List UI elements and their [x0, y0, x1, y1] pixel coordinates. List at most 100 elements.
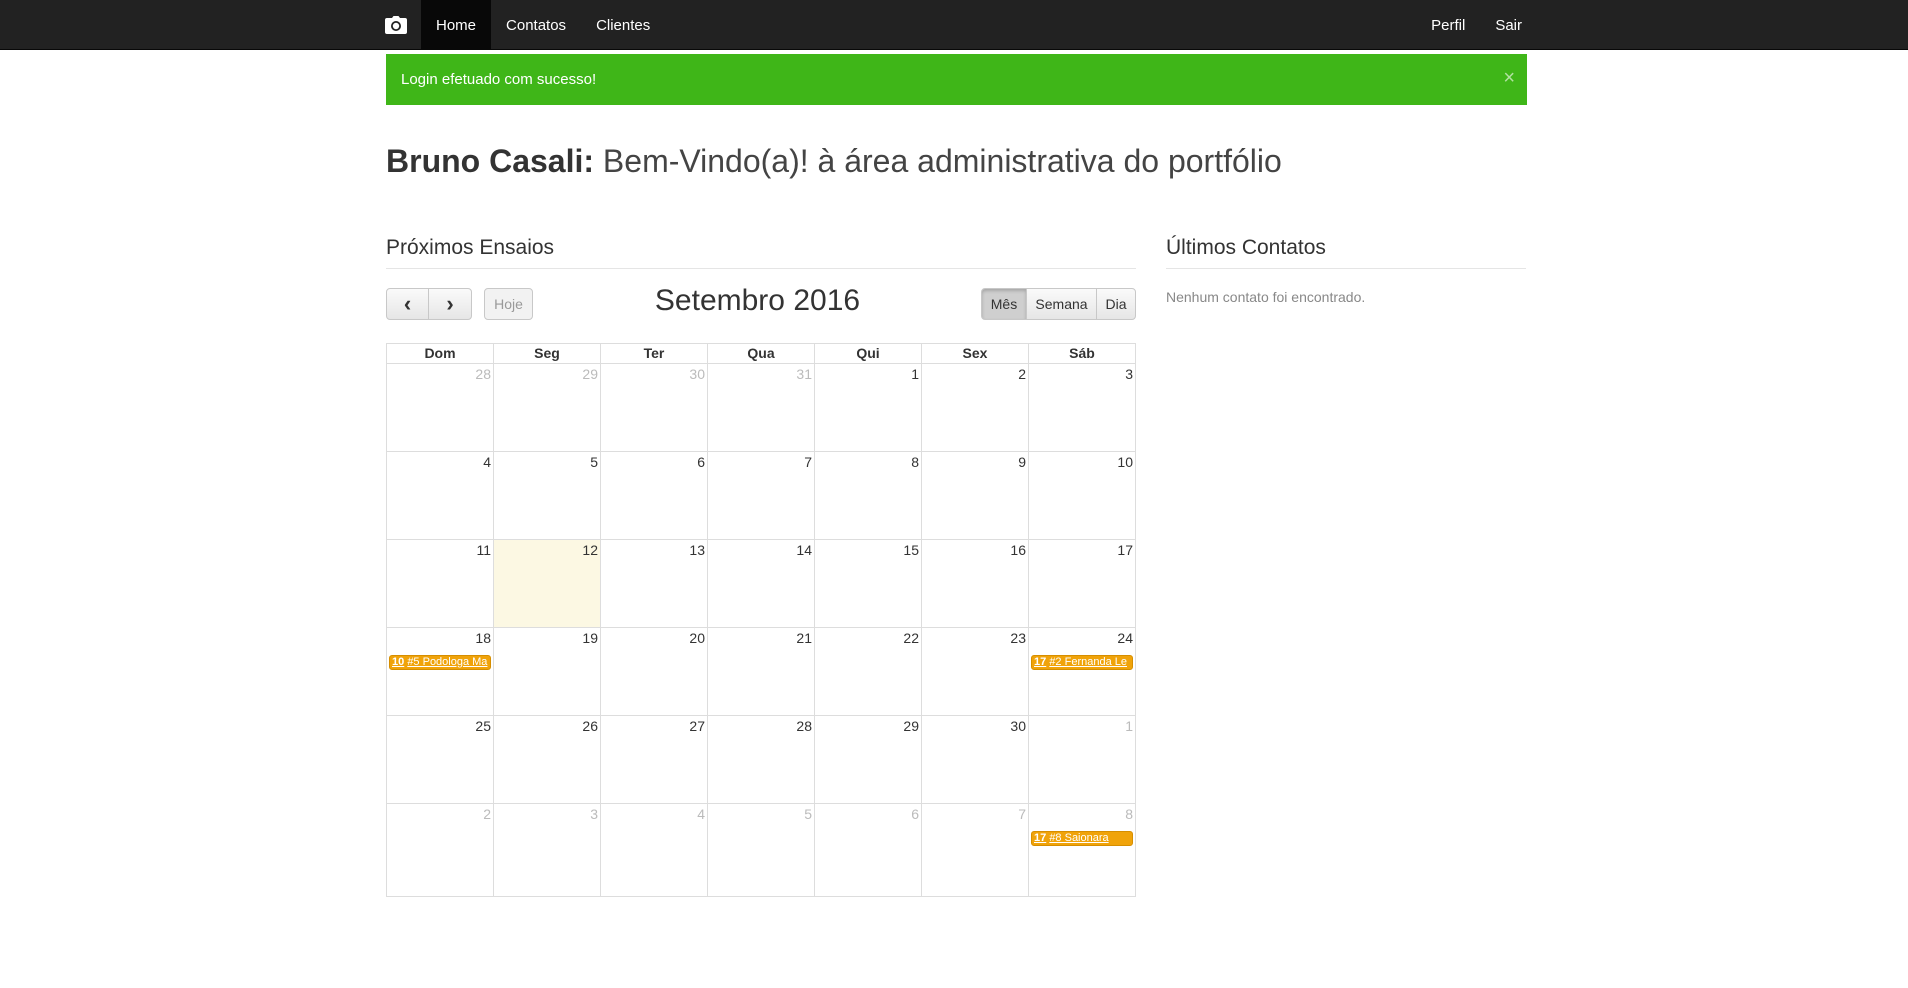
calendar-week: 2 3 4 5 6 7 8 17 #8 Saionara — [387, 804, 1136, 897]
day-number: 14 — [796, 542, 812, 558]
calendar-day[interactable]: 7 — [922, 804, 1029, 897]
calendar-day[interactable]: 5 — [494, 452, 601, 540]
calendar-day[interactable]: 28 — [708, 716, 815, 804]
day-number: 9 — [1018, 454, 1026, 470]
alert-close-button[interactable]: × — [1503, 68, 1515, 88]
calendar-day[interactable]: 28 — [387, 364, 494, 452]
calendar-day[interactable]: 22 — [815, 628, 922, 716]
nav-clientes[interactable]: Clientes — [581, 0, 665, 50]
calendar-day[interactable]: 14 — [708, 540, 815, 628]
calendar-day[interactable]: 23 — [922, 628, 1029, 716]
calendar-day[interactable]: 1 — [815, 364, 922, 452]
calendar-day[interactable]: 11 — [387, 540, 494, 628]
calendar-day[interactable]: 27 — [601, 716, 708, 804]
day-number: 20 — [689, 630, 705, 646]
calendar-day[interactable]: 24 17 #2 Fernanda Le — [1029, 628, 1136, 716]
today-button[interactable]: Hoje — [484, 288, 533, 320]
prev-month-button[interactable]: ‹ — [386, 288, 429, 320]
weekday-label: Seg — [494, 344, 601, 364]
calendar-day[interactable]: 19 — [494, 628, 601, 716]
view-day-button[interactable]: Dia — [1096, 288, 1136, 320]
calendar-day[interactable]: 5 — [708, 804, 815, 897]
calendar-day[interactable]: 13 — [601, 540, 708, 628]
navbar: Home Contatos Clientes Perfil Sair — [0, 0, 1908, 50]
calendar-day[interactable]: 21 — [708, 628, 815, 716]
calendar-day[interactable]: 2 — [922, 364, 1029, 452]
calendar-day[interactable]: 3 — [1029, 364, 1136, 452]
calendar-day[interactable]: 3 — [494, 804, 601, 897]
calendar-day[interactable]: 9 — [922, 452, 1029, 540]
alert-message: Login efetuado com sucesso! — [401, 71, 597, 88]
weekday-label: Sáb — [1029, 344, 1136, 364]
day-number: 8 — [911, 454, 919, 470]
calendar-day[interactable]: 15 — [815, 540, 922, 628]
day-number: 22 — [903, 630, 919, 646]
day-number: 24 — [1117, 630, 1133, 646]
weekday-label: Qua — [708, 344, 815, 364]
calendar-day[interactable]: 4 — [387, 452, 494, 540]
calendar-event[interactable]: 17 #2 Fernanda Le — [1031, 655, 1133, 670]
calendar-event[interactable]: 10 #5 Podologa Ma — [389, 655, 491, 670]
calendar-week: 11 12 13 14 15 16 17 — [387, 540, 1136, 628]
nav-home[interactable]: Home — [421, 0, 492, 50]
calendar-day[interactable]: 20 — [601, 628, 708, 716]
weekday-label: Ter — [601, 344, 708, 364]
calendar-day[interactable]: 8 — [815, 452, 922, 540]
weekday-label: Sex — [922, 344, 1029, 364]
calendar-week: 4 5 6 7 8 9 10 — [387, 452, 1136, 540]
day-number: 31 — [796, 366, 812, 382]
calendar-day[interactable]: 17 — [1029, 540, 1136, 628]
event-title: #2 Fernanda Le — [1049, 656, 1127, 668]
day-number: 26 — [582, 718, 598, 734]
day-number: 5 — [804, 806, 812, 822]
calendar-day[interactable]: 16 — [922, 540, 1029, 628]
day-number: 15 — [903, 542, 919, 558]
calendar-day[interactable]: 7 — [708, 452, 815, 540]
event-time: 10 — [392, 656, 405, 668]
view-month-button[interactable]: Mês — [981, 288, 1027, 320]
view-week-button[interactable]: Semana — [1026, 288, 1097, 320]
day-number: 6 — [911, 806, 919, 822]
day-number: 19 — [582, 630, 598, 646]
calendar-day[interactable]: 29 — [815, 716, 922, 804]
next-month-button[interactable]: › — [428, 288, 472, 320]
calendar-day[interactable]: 31 — [708, 364, 815, 452]
calendar-day[interactable]: 29 — [494, 364, 601, 452]
chevron-right-icon: › — [446, 291, 454, 316]
day-number: 13 — [689, 542, 705, 558]
calendar-day[interactable]: 4 — [601, 804, 708, 897]
day-number: 16 — [1010, 542, 1026, 558]
calendar-day[interactable]: 2 — [387, 804, 494, 897]
nav-sair[interactable]: Sair — [1480, 0, 1537, 50]
calendar-day[interactable]: 25 — [387, 716, 494, 804]
calendar-day[interactable]: 8 17 #8 Saionara — [1029, 804, 1136, 897]
upcoming-sessions-title: Próximos Ensaios — [386, 236, 1136, 269]
nav-perfil[interactable]: Perfil — [1416, 0, 1480, 50]
day-number: 1 — [1125, 718, 1133, 734]
calendar-day-today[interactable]: 12 — [494, 540, 601, 628]
navbar-inner: Home Contatos Clientes Perfil Sair — [371, 0, 1537, 50]
day-number: 30 — [1010, 718, 1026, 734]
day-number: 2 — [483, 806, 491, 822]
nav-contatos[interactable]: Contatos — [491, 0, 581, 50]
day-number: 28 — [796, 718, 812, 734]
calendar-day[interactable]: 6 — [815, 804, 922, 897]
day-number: 29 — [582, 366, 598, 382]
day-number: 7 — [804, 454, 812, 470]
day-number: 3 — [590, 806, 598, 822]
calendar-day[interactable]: 6 — [601, 452, 708, 540]
event-time: 17 — [1034, 832, 1047, 844]
day-number: 30 — [689, 366, 705, 382]
calendar-day[interactable]: 30 — [601, 364, 708, 452]
day-number: 29 — [903, 718, 919, 734]
calendar-day[interactable]: 30 — [922, 716, 1029, 804]
event-title: #8 Saionara — [1049, 832, 1109, 844]
calendar-day[interactable]: 10 — [1029, 452, 1136, 540]
calendar-event[interactable]: 17 #8 Saionara — [1031, 831, 1133, 846]
calendar-day[interactable]: 26 — [494, 716, 601, 804]
brand-camera-button[interactable] — [371, 0, 421, 50]
day-number: 1 — [911, 366, 919, 382]
chevron-left-icon: ‹ — [403, 291, 412, 316]
calendar-day[interactable]: 18 10 #5 Podologa Ma — [387, 628, 494, 716]
calendar-day[interactable]: 1 — [1029, 716, 1136, 804]
